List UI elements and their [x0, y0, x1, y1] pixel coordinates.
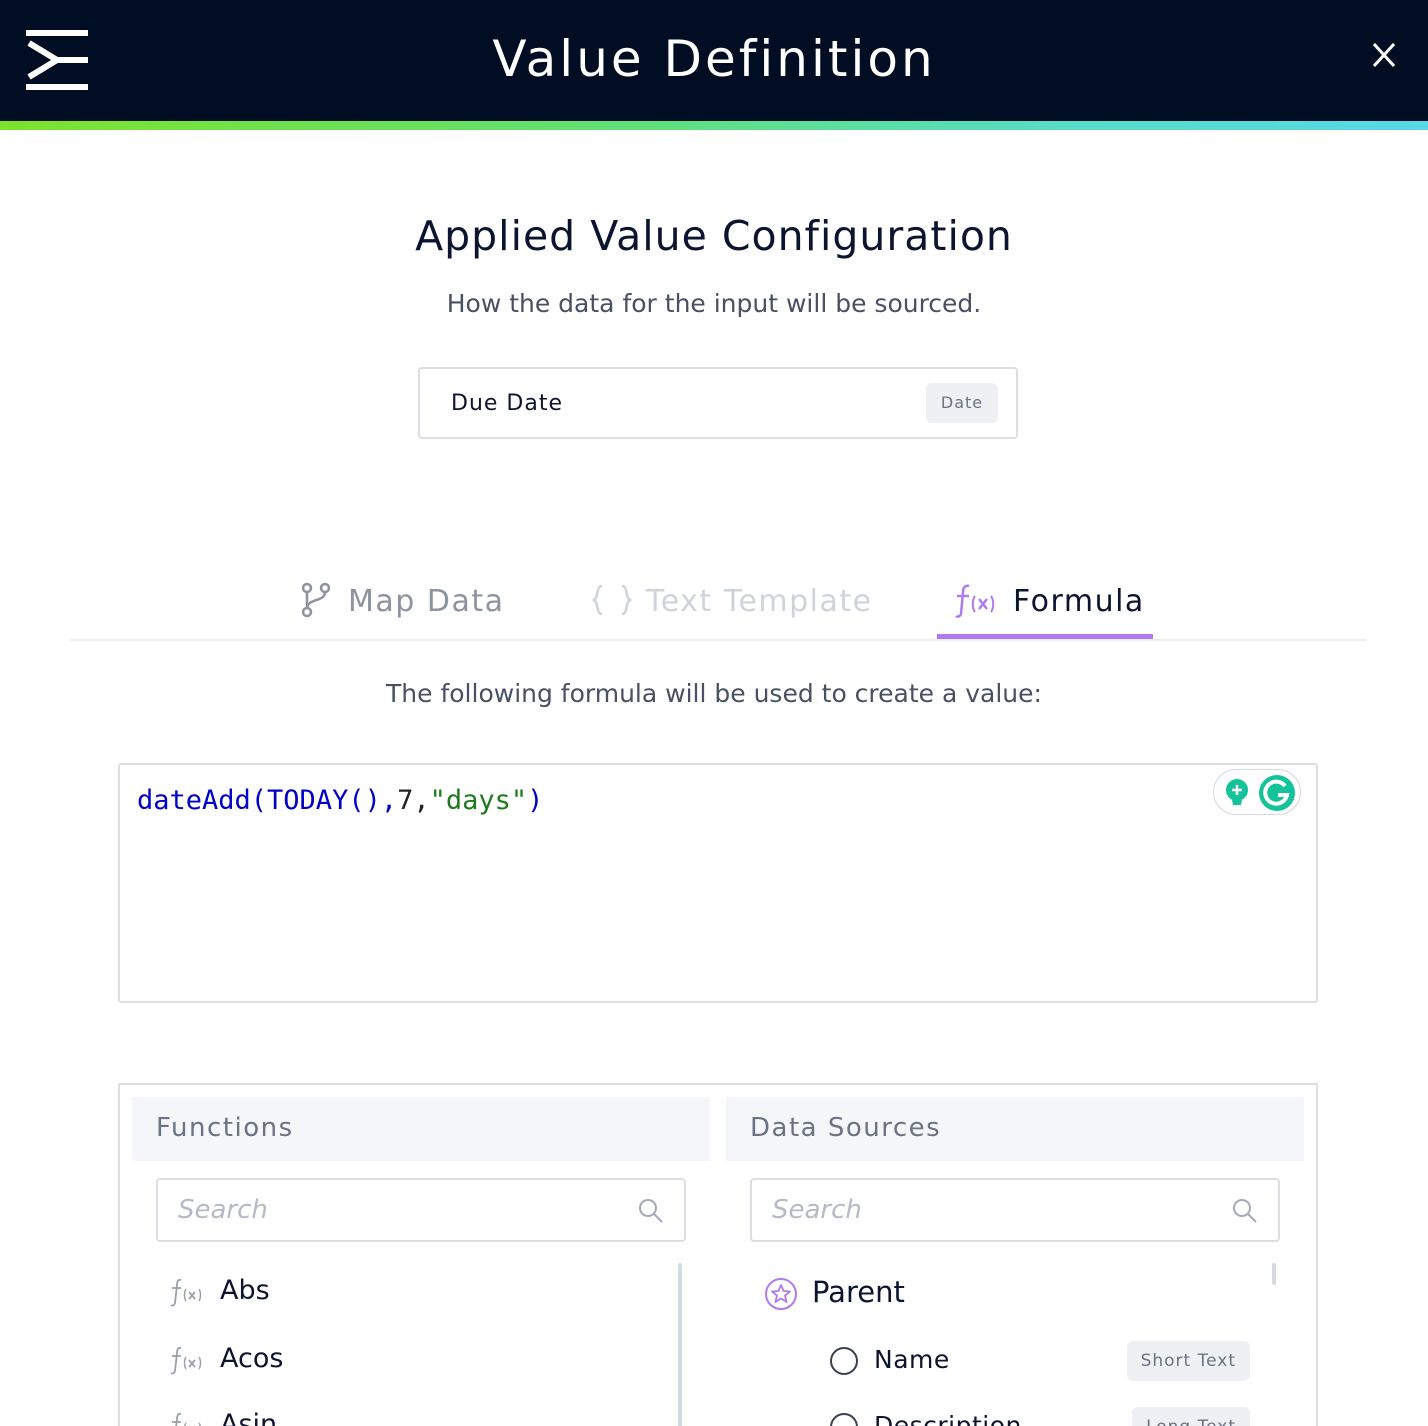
section-subtitle: How the data for the input will be sourc…	[446, 289, 982, 318]
search-icon	[1233, 1199, 1257, 1223]
formula-intro-text: The following formula will be used to cr…	[386, 679, 1042, 708]
close-icon[interactable]	[1364, 36, 1404, 76]
section-title: Applied Value Configuration	[415, 212, 1013, 260]
functions-title: Functions	[156, 1113, 294, 1143]
code-string-token: "days"	[429, 785, 528, 816]
grammarly-widget[interactable]	[1213, 769, 1301, 815]
formula-helper-panel: Functions Data Sources Abs	[118, 1083, 1318, 1426]
star-icon	[765, 1278, 797, 1310]
radio-button[interactable]	[830, 1413, 858, 1426]
active-tab-indicator	[937, 634, 1153, 639]
data-sources-title: Data Sources	[750, 1113, 942, 1143]
tab-text-template[interactable]: Text Template	[592, 570, 871, 641]
curly-braces-icon	[592, 584, 632, 616]
function-icon	[955, 584, 995, 618]
source-tabs: Map Data Text Template Formula	[70, 570, 1366, 641]
function-icon	[172, 1412, 201, 1426]
function-name: Asin	[220, 1409, 278, 1426]
tab-label: Text Template	[646, 584, 873, 619]
formula-code: dateAdd(TODAY(),7,"days")	[137, 785, 543, 816]
data-source-type-badge: Short Text	[1126, 1341, 1250, 1381]
target-field-name: Due Date	[451, 391, 563, 416]
function-icon	[170, 1346, 202, 1375]
radio-button[interactable]	[830, 1347, 858, 1375]
data-source-type-badge: Long Text	[1132, 1407, 1250, 1426]
modal-title: Value Definition	[492, 30, 936, 88]
code-close-token: )	[527, 785, 544, 816]
data-sources-scrollbar[interactable]	[1272, 1263, 1276, 1285]
function-icon	[170, 1278, 202, 1307]
lightbulb-icon	[1226, 779, 1248, 805]
function-name: Abs	[220, 1275, 270, 1306]
functions-search	[156, 1178, 686, 1242]
functions-scrollbar[interactable]	[678, 1263, 682, 1426]
tab-label: Map Data	[348, 584, 505, 619]
tab-map-data[interactable]: Map Data	[298, 570, 508, 641]
target-field-card: Due Date Date	[418, 367, 1018, 439]
code-function-token: dateAdd(TODAY(),	[137, 785, 398, 816]
data-source-field-name: Description	[874, 1411, 1022, 1426]
field-type-badge: Date	[926, 383, 998, 423]
search-icon	[639, 1199, 663, 1223]
data-source-item-description[interactable]: Description Long Text	[830, 1407, 1250, 1426]
data-sources-search	[750, 1178, 1280, 1242]
grammarly-g-icon	[1259, 775, 1295, 811]
data-sources-search-input[interactable]	[772, 1192, 1212, 1228]
data-source-field-name: Name	[874, 1345, 950, 1374]
tab-formula[interactable]: Formula	[937, 570, 1153, 641]
function-name: Acos	[220, 1343, 284, 1374]
tab-label: Formula	[1013, 584, 1145, 619]
code-number-token: 7,	[397, 785, 430, 816]
data-sources-header: Data Sources	[726, 1097, 1304, 1161]
branch-icon	[301, 582, 331, 618]
header-accent-stripe	[0, 121, 1428, 130]
functions-search-input[interactable]	[178, 1192, 618, 1228]
header-bar: Value Definition	[0, 0, 1428, 121]
formula-editor[interactable]: dateAdd(TODAY(),7,"days")	[118, 763, 1318, 1003]
data-source-parent-name: Parent	[812, 1275, 905, 1309]
functions-header: Functions	[132, 1097, 710, 1161]
data-source-item-name[interactable]: Name Short Text	[830, 1341, 1250, 1385]
